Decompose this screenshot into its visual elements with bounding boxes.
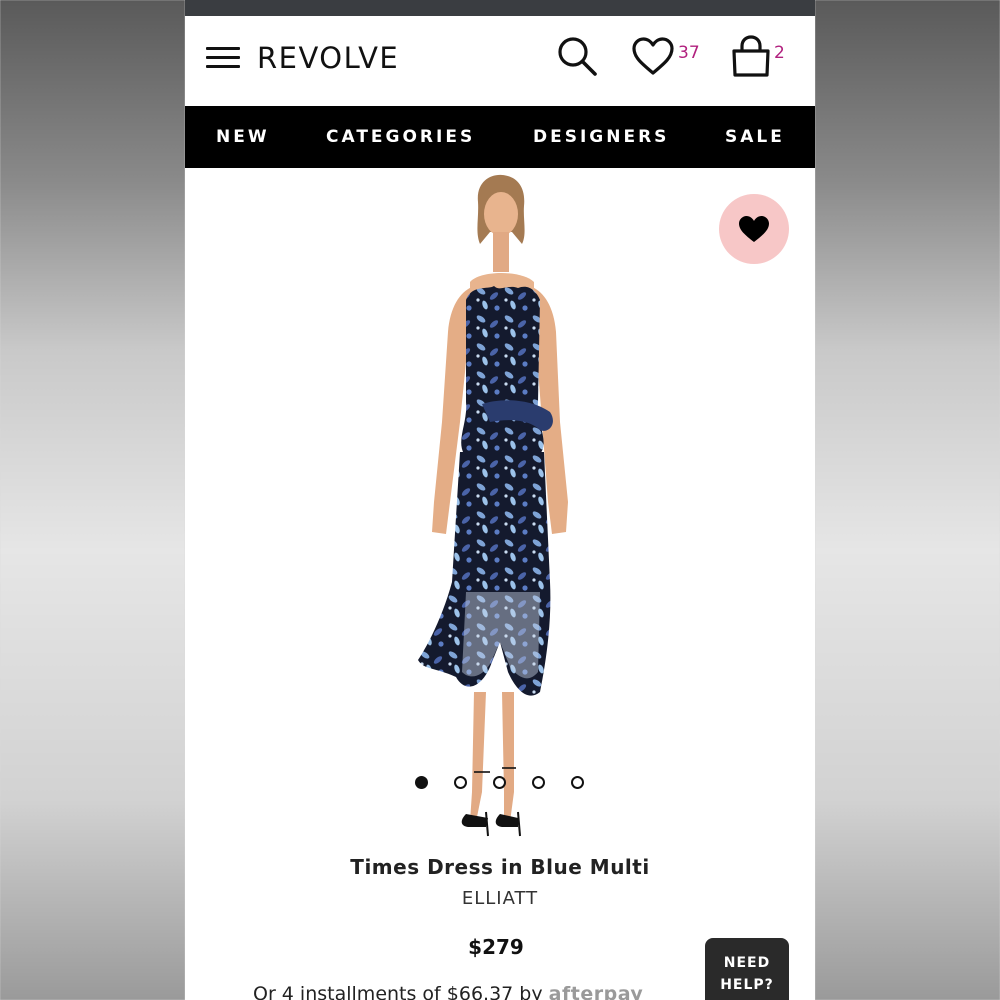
installments-text: Or 4 installments of $66.37 by afterpay (253, 983, 643, 1000)
search-button[interactable] (555, 34, 599, 78)
heart-filled-icon (739, 216, 769, 242)
site-logo[interactable]: REVOLVE (257, 38, 399, 78)
product-brand-link[interactable]: ELLIATT (185, 888, 815, 909)
search-icon (558, 37, 597, 76)
wishlist-count: 37 (678, 43, 700, 63)
menu-icon (206, 47, 240, 50)
afterpay-logo[interactable]: afterpay (549, 983, 644, 1000)
shopping-bag-button[interactable] (729, 34, 773, 78)
nav-item-categories[interactable]: CATEGORIES (326, 106, 475, 168)
carousel-dot-3[interactable] (493, 776, 506, 789)
background-right (815, 0, 1000, 1000)
status-bar (185, 0, 815, 16)
nav-item-new[interactable]: NEW (216, 106, 270, 168)
phone-screen: REVOLVE 37 2 NEW CATEGORIES DESIGNERS SA… (185, 0, 815, 1000)
need-help-button[interactable]: NEED HELP? (705, 938, 789, 1000)
carousel-dot-2[interactable] (454, 776, 467, 789)
need-help-line1: NEED (723, 955, 771, 971)
carousel-dot-1[interactable] (415, 776, 428, 789)
product-image[interactable] (390, 172, 610, 842)
background-left (0, 0, 185, 1000)
carousel-dot-5[interactable] (571, 776, 584, 789)
need-help-line2: HELP? (720, 977, 774, 993)
product-title: Times Dress in Blue Multi (350, 855, 650, 879)
heart-outline-icon (632, 37, 674, 75)
category-nav: NEW CATEGORIES DESIGNERS SALE (185, 106, 815, 168)
menu-button[interactable] (206, 47, 240, 69)
nav-item-sale[interactable]: SALE (725, 106, 785, 168)
site-header: REVOLVE 37 2 (185, 16, 815, 106)
add-to-favorites-button[interactable] (719, 194, 789, 264)
nav-item-designers[interactable]: DESIGNERS (533, 106, 669, 168)
bag-count: 2 (774, 43, 785, 63)
shopping-bag-icon (732, 35, 770, 77)
installments-label: Or 4 installments of $66.37 by (253, 983, 543, 1000)
carousel-dot-4[interactable] (532, 776, 545, 789)
wishlist-button[interactable] (631, 36, 679, 76)
